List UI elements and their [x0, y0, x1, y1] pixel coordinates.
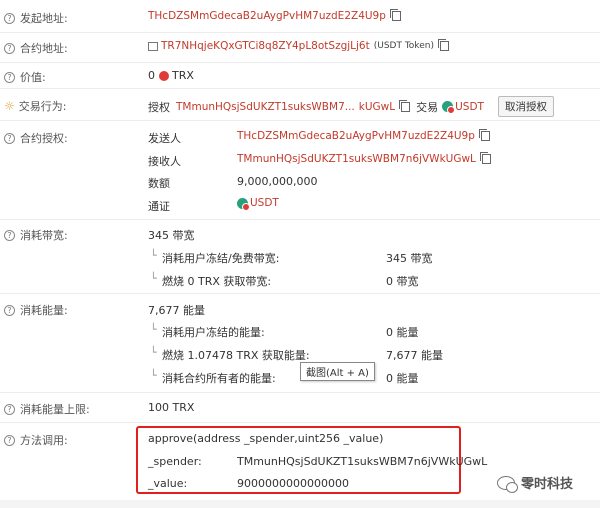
divider [0, 62, 600, 63]
tree-connector: └ [150, 249, 157, 262]
copy-icon[interactable] [437, 39, 449, 51]
energy-limit-label-group: ? 消耗能量上限: [4, 401, 90, 417]
divider [0, 88, 600, 89]
contract-address-link[interactable]: TR7NHqjeKQxGTCi8q8ZY4pL8otSzgjLj6t [161, 40, 370, 52]
energy-item-text: 燃烧 1.07478 TRX 获取能量: [162, 349, 310, 362]
sender-address-link[interactable]: THcDZSMmGdecaB2uAygPvHM7uzdE2Z4U9p [148, 10, 386, 22]
energy-item-value: 7,677 能量 [386, 349, 443, 362]
approve-key-amount: 数额 [148, 177, 170, 190]
method-param-key: _spender: [148, 455, 202, 468]
trx-icon [159, 70, 169, 81]
contract-icon [148, 41, 158, 51]
energy-limit-label: 消耗能量上限 [20, 403, 86, 416]
price-amount: 0 [148, 69, 155, 82]
bandwidth-item-value: 0 带宽 [386, 275, 419, 288]
approve-receiver-link[interactable]: TMmunHQsjSdUKZT1suksWBM7n6jVWkUGwL [237, 153, 476, 165]
tree-connector: └ [150, 369, 157, 382]
approve-receiver-group: TMmunHQsjSdUKZT1suksWBM7n6jVWkUGwL [237, 152, 491, 165]
divider [0, 219, 600, 220]
bandwidth-item-text: 消耗用户冻结/免费带宽: [162, 252, 280, 265]
action-value-group: 授权 TMmunHQsjSdUKZT1suksWBM7... kUGwL 交易 … [148, 96, 554, 117]
method-signature: approve(address _spender,uint256 _value) [148, 432, 384, 445]
usdt-icon [442, 101, 456, 114]
bandwidth-label-group: ? 消耗带宽: [4, 227, 68, 243]
action-address-link[interactable]: TMmunHQsjSdUKZT1suksWBM7... [176, 101, 355, 113]
energy-item-text: 消耗用户冻结的能量: [162, 326, 265, 339]
action-label: 交易行为 [18, 100, 63, 113]
approve-key-sender: 发送人 [148, 132, 181, 145]
energy-item-text: 消耗合约所有者的能量: [162, 372, 276, 385]
contract-token-note: (USDT Token) [373, 41, 434, 51]
method-label: 方法调用 [20, 434, 64, 447]
price-value-group: 0 TRX [148, 69, 194, 82]
copy-icon[interactable] [478, 129, 490, 141]
energy-item-value: 0 能量 [386, 372, 419, 385]
help-icon: ? [4, 132, 15, 144]
divider [0, 293, 600, 294]
approve-label-group: ? 合约授权: [4, 130, 68, 146]
action-label-group: ☼ 交易行为: [4, 99, 67, 113]
approve-amount: 9,000,000,000 [237, 175, 318, 188]
bottom-bar [0, 500, 600, 508]
tree-connector: └ [150, 346, 157, 359]
sender-label-group: ? 发起地址: [4, 10, 68, 26]
contract-label-group: ? 合约地址: [4, 40, 68, 56]
bandwidth-total: 345 带宽 [148, 229, 195, 242]
method-param-value: 9000000000000000 [237, 477, 349, 490]
price-label-group: ? 价值: [4, 69, 46, 85]
divider [0, 32, 600, 33]
bandwidth-item-text: 燃烧 0 TRX 获取带宽: [162, 275, 272, 288]
help-icon: ? [4, 12, 15, 24]
copy-icon[interactable] [399, 99, 411, 112]
price-unit: TRX [172, 69, 194, 82]
help-icon: ? [4, 434, 15, 446]
sender-label: 发起地址 [20, 12, 64, 25]
divider [0, 120, 600, 121]
sender-value-group: THcDZSMmGdecaB2uAygPvHM7uzdE2Z4U9p [148, 9, 401, 22]
copy-icon[interactable] [389, 9, 401, 21]
bandwidth-label: 消耗带宽 [20, 229, 64, 242]
cancel-approval-button[interactable]: 取消授权 [497, 96, 554, 117]
lightbulb-icon: ☼ [4, 99, 15, 113]
contract-label: 合约地址 [20, 42, 64, 55]
approve-sender-group: THcDZSMmGdecaB2uAygPvHM7uzdE2Z4U9p [237, 129, 490, 142]
action-trade: 交易 [416, 100, 439, 114]
wechat-icon [497, 475, 518, 493]
contract-value-group: TR7NHqjeKQxGTCi8q8ZY4pL8otSzgjLj6t (USDT… [148, 39, 449, 52]
action-token[interactable]: USDT [455, 101, 484, 113]
method-param-value: TMmunHQsjSdUKZT1suksWBM7n6jVWkUGwL [237, 455, 488, 468]
usdt-icon [237, 197, 250, 211]
approve-token-group: USDT [233, 197, 279, 211]
help-icon: ? [4, 229, 15, 241]
help-icon: ? [4, 403, 15, 415]
approve-token-link[interactable]: USDT [250, 197, 279, 209]
energy-label: 消耗能量 [20, 304, 64, 317]
price-label: 价值 [20, 71, 42, 84]
screenshot-tooltip: 截图(Alt + A) [300, 362, 375, 381]
approve-key-token: 通证 [148, 200, 170, 213]
divider [0, 392, 600, 393]
energy-label-group: ? 消耗能量: [4, 302, 68, 318]
energy-limit-value: 100 TRX [148, 401, 195, 414]
help-icon: ? [4, 71, 15, 83]
watermark-text: 零时科技 [521, 477, 574, 492]
tree-connector: └ [150, 323, 157, 336]
copy-icon[interactable] [479, 152, 491, 164]
help-icon: ? [4, 42, 15, 54]
energy-item-value: 0 能量 [386, 326, 419, 339]
tree-connector: └ [150, 272, 157, 285]
divider [0, 422, 600, 423]
method-label-group: ? 方法调用: [4, 432, 68, 448]
watermark: 零时科技 [497, 473, 574, 493]
bandwidth-item-value: 345 带宽 [386, 252, 433, 265]
approve-sender-link[interactable]: THcDZSMmGdecaB2uAygPvHM7uzdE2Z4U9p [237, 130, 475, 142]
approve-key-receiver: 接收人 [148, 155, 181, 168]
help-icon: ? [4, 304, 15, 316]
action-prefix: 授权 [148, 100, 170, 114]
method-param-key: _value: [148, 477, 188, 490]
action-address-tail[interactable]: kUGwL [359, 101, 395, 113]
energy-total: 7,677 能量 [148, 304, 205, 317]
approve-label: 合约授权 [20, 132, 64, 145]
